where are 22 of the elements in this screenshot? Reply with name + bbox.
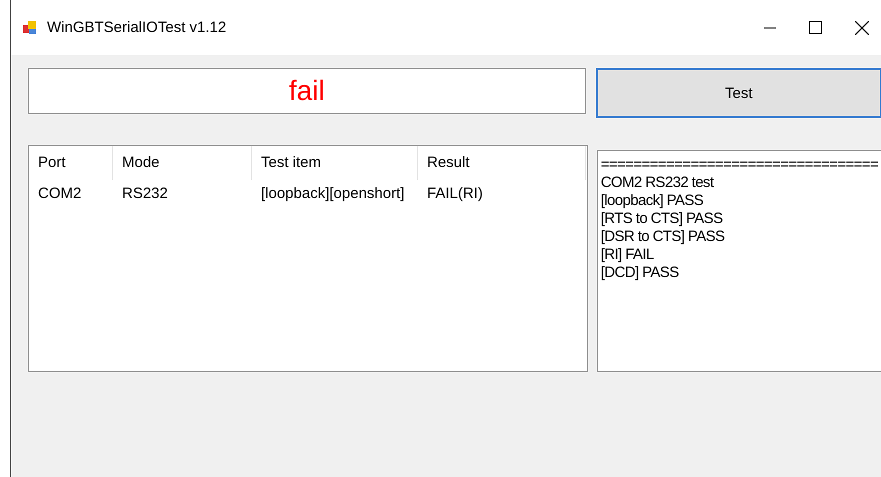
table-cell-text: RS232 <box>121 184 169 202</box>
close-icon[interactable] <box>855 20 869 34</box>
column-header[interactable]: Mode <box>113 146 252 180</box>
log-line: [DSR to CTS] PASS <box>600 228 726 246</box>
log-textbox[interactable]: ================================== COM2 RS232 test [loopback] PASS [RTS to CTS] PASS [DSR to CTS] PASS [RI] FAIL [DCD] PASS <box>596 150 881 372</box>
table-cell-text: COM2 <box>37 184 82 202</box>
log-line: [RTS to CTS] PASS <box>600 210 724 228</box>
log-line: ================================== <box>600 156 880 174</box>
table-cell-text: FAIL(RI) <box>426 184 484 202</box>
column-header[interactable]: Port <box>29 146 113 180</box>
window-title: WinGBTSerialIOTest v1.12 <box>47 19 226 36</box>
log-line: [DCD] PASS <box>600 264 680 282</box>
table-cell-text: [loopback][openshort] <box>260 184 406 202</box>
column-header[interactable]: Result <box>418 146 586 180</box>
log-line: [loopback] PASS <box>600 192 704 210</box>
column-header[interactable]: Test item <box>252 146 418 180</box>
result-text: fail <box>288 75 325 107</box>
log-line: COM2 RS232 test <box>600 174 715 192</box>
maximize-icon[interactable] <box>809 21 822 34</box>
test-button[interactable]: Test <box>596 68 881 118</box>
log-line: [RI] FAIL <box>600 246 655 264</box>
app-icon <box>22 20 38 36</box>
